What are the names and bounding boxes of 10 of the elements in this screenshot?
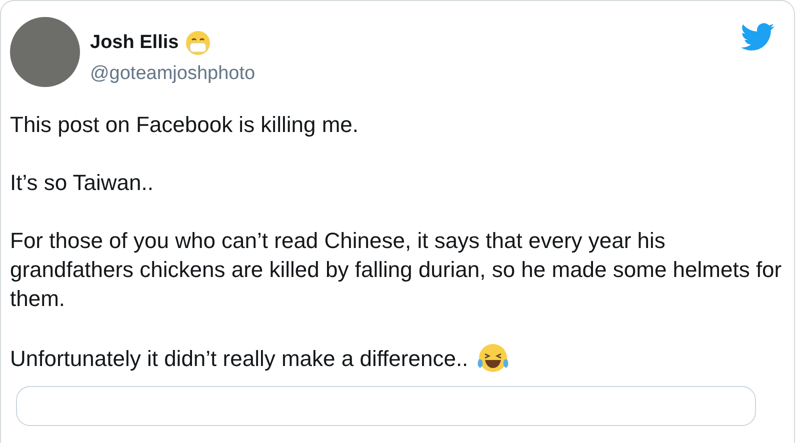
face-mask-icon	[184, 30, 211, 56]
tweet-paragraph: Unfortunately it didn’t really make a difference..	[10, 344, 468, 372]
tweet-paragraph: It’s so Taiwan..	[10, 169, 154, 197]
laughing-face-icon	[476, 342, 510, 374]
author-name[interactable]: Josh Ellis	[90, 29, 179, 58]
author-handle[interactable]: @goteamjoshphoto	[90, 60, 256, 88]
quoted-card[interactable]	[16, 386, 756, 426]
bird-logo-icon[interactable]	[741, 23, 775, 51]
tweet-paragraph: This post on Facebook is killing me.	[10, 111, 360, 139]
tweet-paragraph: For those of you who can’t read Chinese, it says that every year his grandfathers chickens are killed by falling durian, so he made some helmets for them.	[10, 227, 783, 313]
